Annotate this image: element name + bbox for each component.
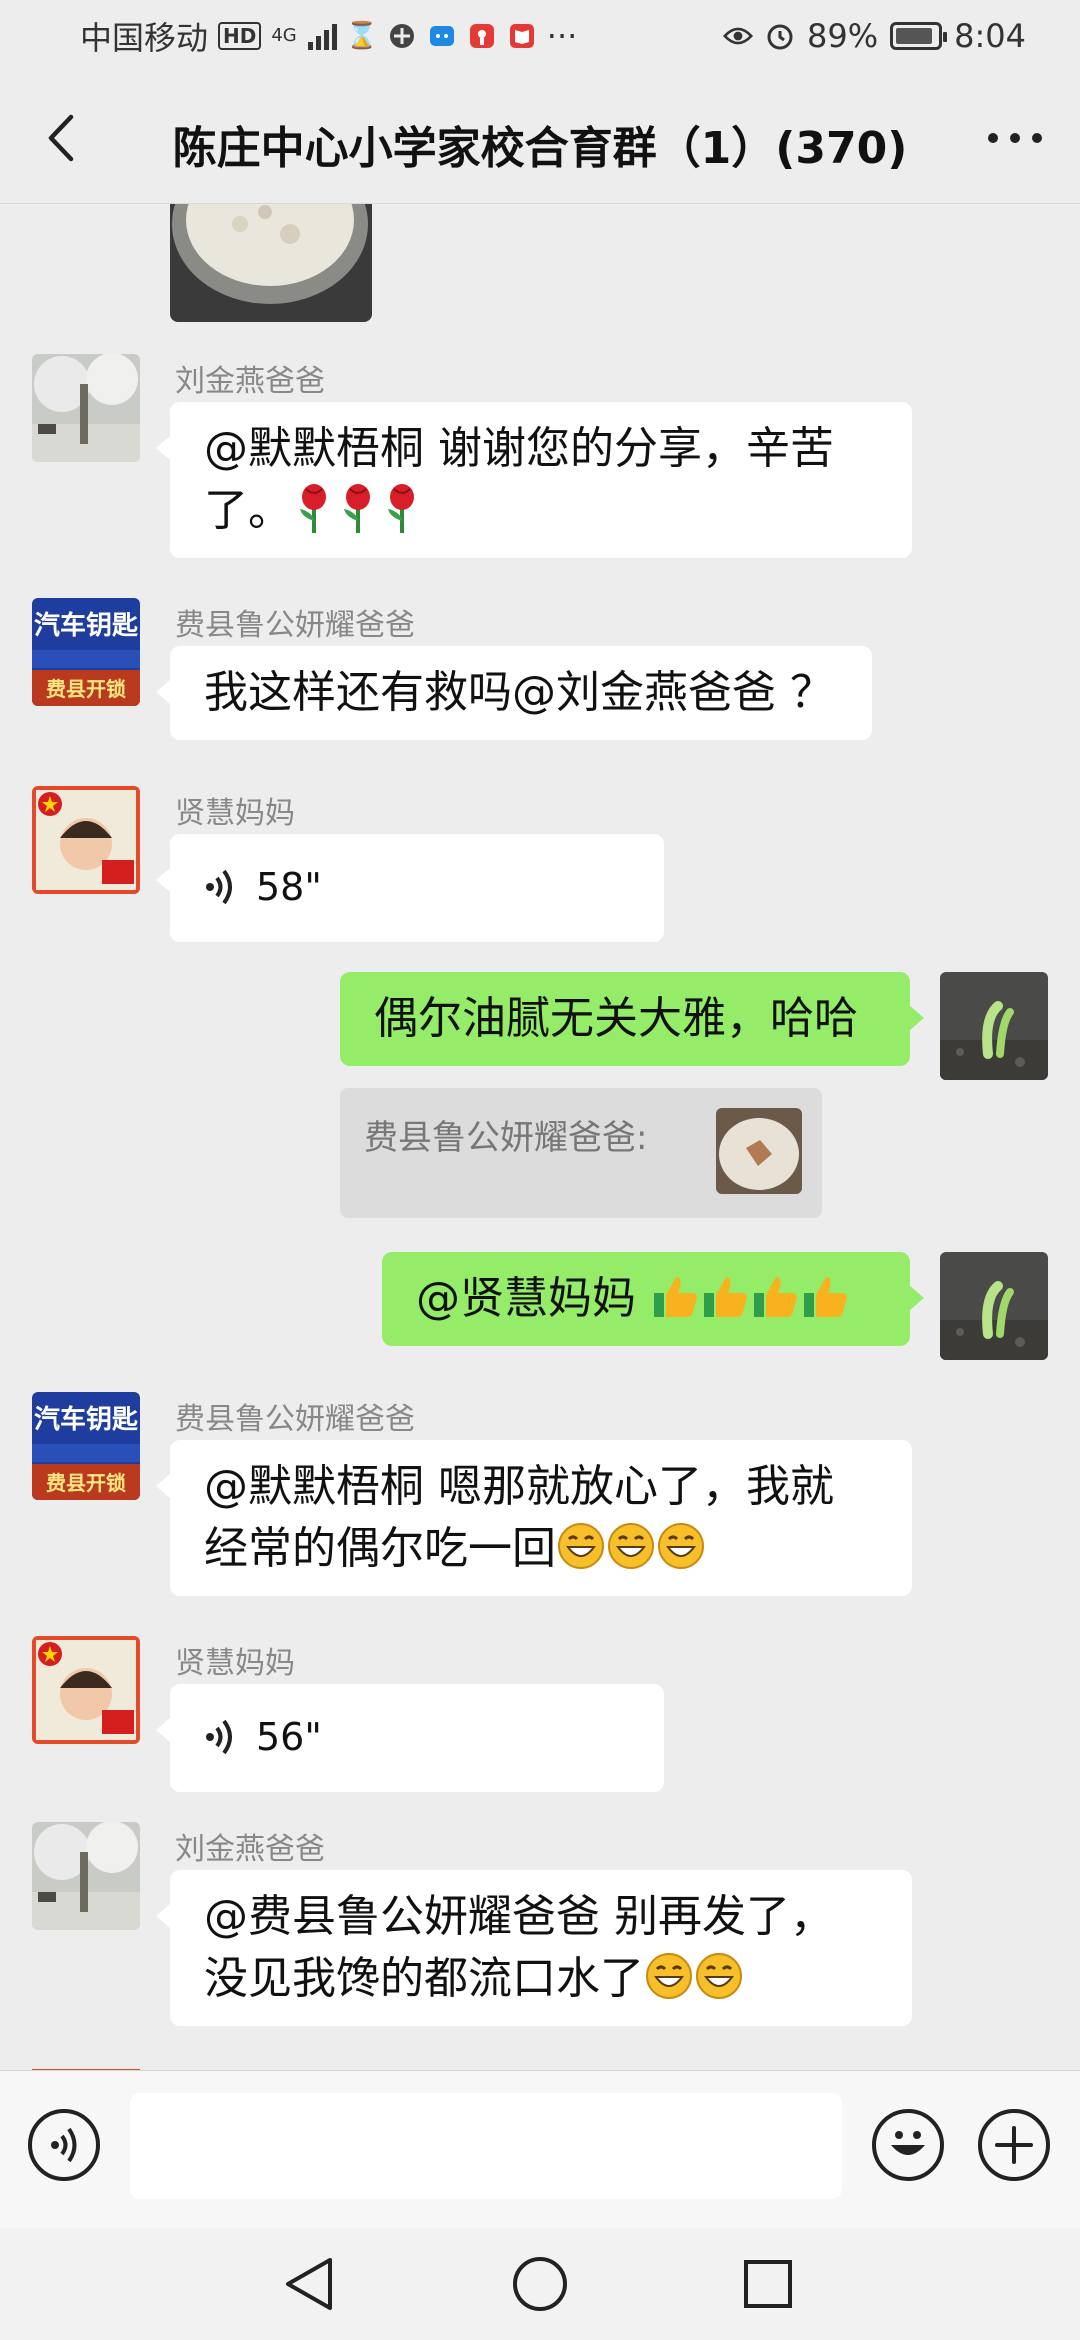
image-message-partial[interactable] xyxy=(170,204,372,322)
alarm-icon xyxy=(765,21,795,51)
book-icon xyxy=(507,21,537,51)
message-text: @费县鲁公妍耀爸爸 别再发了， xyxy=(204,1891,834,1942)
voice-duration: 56" xyxy=(256,1715,322,1759)
my-message-bubble[interactable]: @贤慧妈妈 xyxy=(382,1252,924,1346)
voice-icon xyxy=(206,1719,232,1755)
hourglass-icon: ⌛ xyxy=(345,21,378,51)
avatar-partial[interactable] xyxy=(32,2062,140,2070)
more-horizontal-icon xyxy=(988,133,1042,143)
message-bubble[interactable]: 我这样还有救吗@刘金燕爸爸 ？ xyxy=(156,646,872,740)
my-avatar[interactable] xyxy=(940,972,1048,1080)
signal-icon xyxy=(307,21,337,51)
avatar-car-key[interactable]: 汽车钥匙 费县开锁 xyxy=(32,1392,140,1500)
message-text: 我这样还有救吗@刘金燕爸爸 ？ xyxy=(204,667,834,718)
nav-back-button[interactable] xyxy=(276,2252,340,2316)
voice-message-bubble[interactable]: 58" xyxy=(156,834,664,942)
plus-button[interactable] xyxy=(978,2109,1050,2181)
message-bubble[interactable]: @默默梧桐 嗯那就放心了，我就 经常的偶尔吃一回 xyxy=(156,1440,912,1596)
quoted-message[interactable]: 费县鲁公妍耀爸爸: xyxy=(340,1088,822,1218)
nav-recents-button[interactable] xyxy=(736,2252,800,2316)
chat-message-list[interactable]: 刘金燕爸爸 @默默梧桐 谢谢您的分享，辛苦了。 汽车钥匙 费县开锁 费县鲁公妍耀… xyxy=(0,204,1080,2070)
voice-icon xyxy=(206,869,232,905)
message-input[interactable] xyxy=(130,2093,842,2199)
avatar-text: 汽车钥匙 xyxy=(34,610,139,641)
emoji-face-icon xyxy=(891,2131,925,2155)
voice-icon xyxy=(51,2127,77,2163)
circle-home-icon xyxy=(513,2257,567,2311)
avatar-liu[interactable] xyxy=(32,354,140,462)
sender-name: 贤慧妈妈 xyxy=(175,1646,295,1681)
grin-emoji-icon xyxy=(644,1953,744,2004)
message-bubble[interactable]: @费县鲁公妍耀爸爸 别再发了， 没见我馋的都流口水了 xyxy=(156,1870,912,2026)
avatar-xianhui[interactable] xyxy=(32,1636,140,1744)
message-text: 偶尔油腻无关大雅，哈哈 xyxy=(374,993,858,1044)
more-button[interactable] xyxy=(980,108,1050,168)
carrier-label: 中国移动 xyxy=(80,19,209,57)
avatar-car-key[interactable]: 汽车钥匙 费县开锁 xyxy=(32,598,140,706)
avatar-text: 汽车钥匙 xyxy=(34,1404,139,1435)
avatar-text: 费县开锁 xyxy=(46,677,126,701)
quoted-image-thumbnail[interactable] xyxy=(716,1108,802,1194)
emoji-button[interactable] xyxy=(872,2109,944,2181)
network-label: 4G xyxy=(271,25,297,46)
clock: 8:04 xyxy=(954,17,1026,55)
grin-emoji-icon xyxy=(556,1523,706,1574)
sender-name: 贤慧妈妈 xyxy=(175,796,295,831)
my-avatar[interactable] xyxy=(940,1252,1048,1360)
square-recents-icon xyxy=(744,2260,792,2308)
chat-notification-icon xyxy=(427,21,457,51)
battery-icon xyxy=(890,22,948,50)
message-text: 经常的偶尔吃一回 xyxy=(204,1523,556,1574)
sender-name: 费县鲁公妍耀爸爸 xyxy=(175,608,415,643)
voice-input-button[interactable] xyxy=(28,2109,100,2181)
avatar-liu[interactable] xyxy=(32,1822,140,1930)
my-message-bubble[interactable]: 偶尔油腻无关大雅，哈哈 xyxy=(340,972,924,1066)
triangle-back-icon xyxy=(286,2258,332,2310)
voice-duration: 58" xyxy=(256,865,322,909)
hd-badge: HD xyxy=(218,22,262,50)
nav-home-button[interactable] xyxy=(508,2252,572,2316)
plus-icon xyxy=(995,2126,1033,2164)
chat-header: 陈庄中心小学家校合育群（1）(370) xyxy=(0,72,1080,204)
quote-sender: 费县鲁公妍耀爸爸: xyxy=(364,1118,648,1158)
message-text: @默默梧桐 嗯那就放心了，我就 xyxy=(204,1461,834,1512)
avatar-text: 费县开锁 xyxy=(46,1471,126,1495)
app-notification-icon xyxy=(387,21,417,51)
message-bubble[interactable]: @默默梧桐 谢谢您的分享，辛苦了。 xyxy=(156,402,912,558)
sender-name: 刘金燕爸爸 xyxy=(175,364,325,399)
eye-icon xyxy=(723,21,754,51)
battery-percent: 89% xyxy=(807,17,879,55)
rose-icon xyxy=(292,484,424,536)
chat-title: 陈庄中心小学家校合育群（1）(370) xyxy=(172,123,908,174)
podcast-icon xyxy=(467,21,497,51)
system-navigation-bar xyxy=(0,2228,1080,2340)
sender-name: 刘金燕爸爸 xyxy=(175,1832,325,1867)
thumbs-up-icon xyxy=(650,1273,850,1324)
sender-name: 费县鲁公妍耀爸爸 xyxy=(175,1402,415,1437)
more-notifications: ··· xyxy=(546,17,578,55)
avatar-xianhui[interactable] xyxy=(32,786,140,894)
message-text: @贤慧妈妈 xyxy=(416,1273,650,1324)
message-text: 没见我馋的都流口水了 xyxy=(204,1953,644,2004)
voice-message-bubble[interactable]: 56" xyxy=(156,1684,664,1792)
input-bar xyxy=(0,2070,1080,2228)
status-bar: 中国移动 HD 4G ⌛ ··· 89% 8:04 xyxy=(0,0,1080,72)
